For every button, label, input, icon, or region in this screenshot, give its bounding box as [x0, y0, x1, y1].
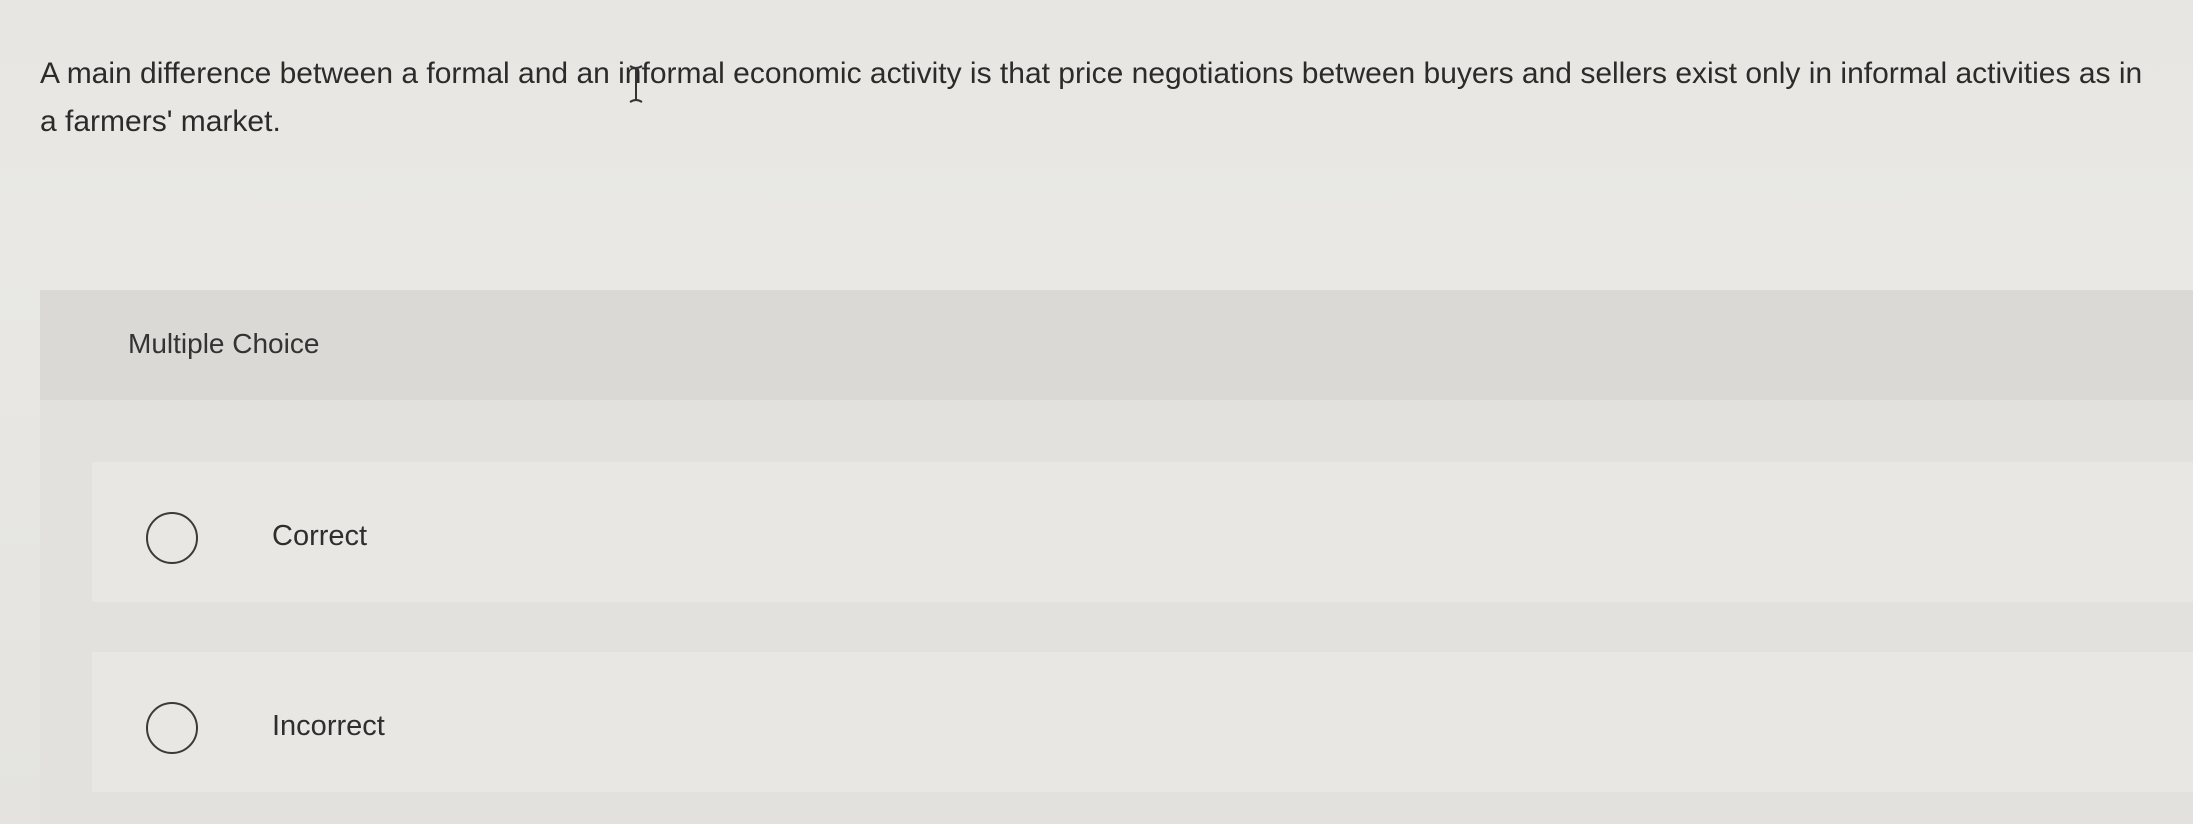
radio-button-correct[interactable]	[146, 512, 198, 564]
option-label: Correct	[272, 520, 368, 552]
question-type-header	[40, 290, 2193, 400]
option-correct[interactable]: Correct	[92, 462, 2193, 602]
question-text: A main difference between a formal and a…	[40, 57, 2143, 138]
radio-button-incorrect[interactable]	[146, 702, 198, 754]
option-label: Incorrect	[272, 710, 385, 742]
option-incorrect[interactable]: Incorrect	[92, 652, 2193, 792]
question-type-label: Multiple Choice	[128, 328, 320, 359]
text-cursor-icon	[629, 65, 643, 103]
